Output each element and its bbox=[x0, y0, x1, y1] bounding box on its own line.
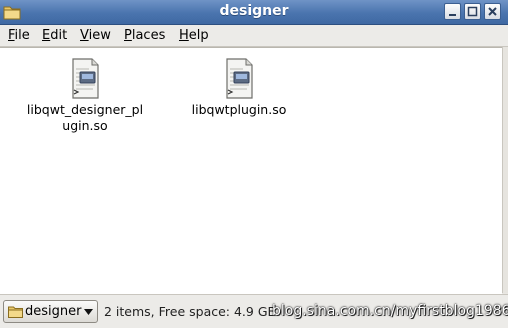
menu-file[interactable]: File bbox=[8, 28, 30, 43]
menu-bar: File Edit View Places Help bbox=[0, 25, 508, 47]
maximize-button[interactable] bbox=[464, 3, 481, 20]
menu-view-mnemonic: V bbox=[80, 28, 89, 43]
window-title: designer bbox=[219, 3, 289, 19]
menu-help[interactable]: Help bbox=[179, 28, 209, 43]
file-view[interactable]: libqwt_designer_plugin.so libqwtplugin.s… bbox=[0, 47, 502, 294]
watermark: blog.sina.com.cn/myfirstblog1986 bbox=[272, 303, 508, 319]
menu-help-mnemonic: H bbox=[179, 28, 189, 43]
menu-view[interactable]: View bbox=[80, 28, 111, 43]
menu-places-mnemonic: P bbox=[124, 28, 132, 43]
minimize-button[interactable] bbox=[444, 3, 461, 20]
menu-edit-rest: dit bbox=[50, 28, 68, 43]
file-name: libqwtplugin.so bbox=[191, 102, 287, 117]
title-bar[interactable]: designer bbox=[0, 0, 508, 25]
vertical-scrollbar[interactable] bbox=[502, 47, 508, 293]
menu-file-rest: ile bbox=[14, 28, 30, 43]
menu-edit[interactable]: Edit bbox=[42, 28, 67, 43]
folder-icon bbox=[8, 306, 23, 318]
maximize-icon bbox=[467, 6, 478, 17]
file-manager-window: designer File Edit View Places Help libq… bbox=[0, 0, 508, 328]
menu-view-rest: iew bbox=[88, 28, 111, 43]
location-button[interactable]: designer bbox=[3, 300, 98, 323]
status-text: 2 items, Free space: 4.9 GB bbox=[104, 304, 277, 319]
menu-places-rest: laces bbox=[131, 28, 166, 43]
close-button[interactable] bbox=[484, 3, 501, 20]
menu-edit-mnemonic: E bbox=[42, 28, 51, 43]
status-bar: designer 2 items, Free space: 4.9 GB blo… bbox=[0, 294, 508, 328]
shared-library-icon bbox=[226, 58, 253, 99]
file-item[interactable]: libqwt_designer_plugin.so bbox=[20, 57, 150, 134]
location-label: designer bbox=[25, 304, 82, 319]
minimize-icon bbox=[449, 14, 456, 16]
shared-library-icon bbox=[72, 58, 99, 99]
file-item[interactable]: libqwtplugin.so bbox=[174, 57, 304, 118]
dropdown-arrow-icon bbox=[84, 309, 93, 315]
menu-places[interactable]: Places bbox=[124, 28, 165, 43]
close-icon bbox=[488, 7, 497, 16]
file-name: libqwt_designer_plugin.so bbox=[26, 102, 144, 133]
menu-help-rest: elp bbox=[188, 28, 209, 43]
